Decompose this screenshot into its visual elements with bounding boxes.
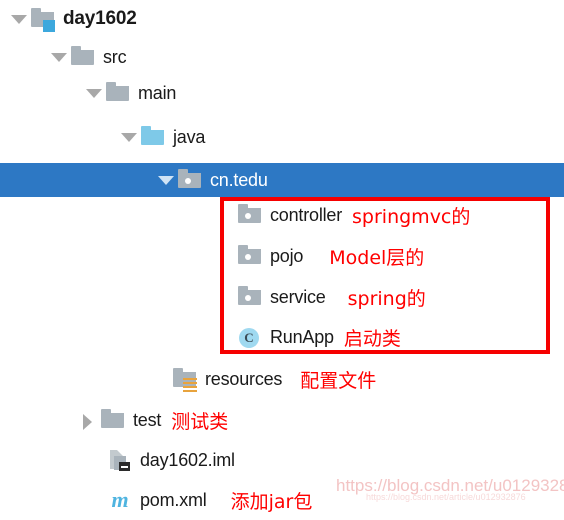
package-folder-icon xyxy=(177,167,203,193)
chevron-down-icon[interactable] xyxy=(8,2,30,36)
java-class-icon: C xyxy=(237,324,263,350)
tree-row[interactable]: resources 配置文件 xyxy=(0,362,564,396)
tree-row[interactable]: C RunApp 启动类 xyxy=(0,320,564,354)
chevron-down-icon[interactable] xyxy=(48,40,70,74)
folder-icon xyxy=(105,80,131,106)
tree-row-label: pojo xyxy=(270,245,304,266)
annotation-note: 配置文件 xyxy=(300,369,377,392)
annotation-note: Model层的 xyxy=(329,246,425,269)
watermark-url-secondary: https://blog.csdn.net/article/u012932876 xyxy=(366,492,526,502)
project-tree[interactable]: day1602 src main java cn.tedu controller sprin… xyxy=(0,0,564,520)
tree-row-label: service xyxy=(270,286,326,307)
tree-row-label: main xyxy=(138,82,177,103)
tree-row[interactable]: cn.tedu xyxy=(0,163,564,197)
tree-row[interactable]: java xyxy=(0,120,564,154)
resources-folder-icon xyxy=(172,366,198,392)
package-folder-icon xyxy=(237,284,263,310)
tree-row-label: controller xyxy=(270,204,343,225)
tree-row[interactable]: service spring的 xyxy=(0,280,564,314)
tree-row-label: cn.tedu xyxy=(210,169,268,190)
maven-file-icon: m xyxy=(111,487,129,512)
annotation-note: spring的 xyxy=(347,287,426,310)
tree-row[interactable]: main xyxy=(0,76,564,110)
chevron-right-icon[interactable] xyxy=(78,403,100,437)
annotation-note: 测试类 xyxy=(171,410,229,433)
chevron-down-icon[interactable] xyxy=(155,163,177,197)
iml-file-icon xyxy=(107,447,133,473)
tree-row[interactable]: test 测试类 xyxy=(0,403,564,437)
source-root-folder-icon xyxy=(140,124,166,150)
module-folder-icon xyxy=(30,6,56,32)
chevron-down-icon[interactable] xyxy=(118,120,140,154)
tree-row[interactable]: src xyxy=(0,40,564,74)
tree-row-label: java xyxy=(173,126,206,147)
tree-row-label: day1602 xyxy=(63,8,137,29)
annotation-note: 添加jar包 xyxy=(230,490,313,513)
annotation-note: 启动类 xyxy=(343,327,401,350)
folder-icon xyxy=(70,44,96,70)
tree-row-label: test xyxy=(133,409,162,430)
tree-row[interactable]: pojo Model层的 xyxy=(0,239,564,273)
package-folder-icon xyxy=(237,202,263,228)
package-folder-icon xyxy=(237,243,263,269)
tree-row[interactable]: day1602 xyxy=(0,2,564,36)
chevron-down-icon[interactable] xyxy=(83,76,105,110)
tree-row-label: pom.xml xyxy=(140,489,207,510)
tree-row[interactable]: controller springmvc的 xyxy=(0,198,564,232)
tree-row-label: RunApp xyxy=(270,326,334,347)
tree-row[interactable]: day1602.iml xyxy=(0,443,564,477)
tree-row-label: resources xyxy=(205,368,283,389)
folder-icon xyxy=(100,407,126,433)
tree-row-label: day1602.iml xyxy=(140,449,235,470)
annotation-note: springmvc的 xyxy=(352,205,471,228)
tree-row-label: src xyxy=(103,46,127,67)
